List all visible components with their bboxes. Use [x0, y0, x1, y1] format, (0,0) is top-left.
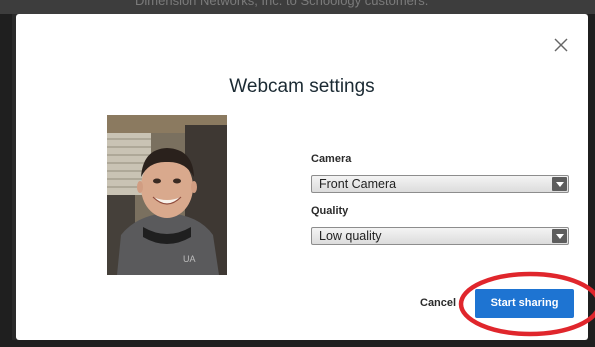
quality-select-value: Low quality — [319, 229, 382, 243]
cancel-button[interactable]: Cancel — [420, 297, 456, 309]
webcam-settings-dialog: Webcam settings UA Camera Front Camera Q… — [16, 14, 595, 340]
backdrop-bottom — [0, 340, 595, 347]
background-page-text: Dimension Networks, Inc. to Schoology cu… — [135, 0, 429, 8]
quality-label: Quality — [311, 205, 349, 217]
backdrop-right — [588, 14, 595, 347]
camera-select[interactable]: Front Camera — [311, 175, 569, 193]
camera-select-value: Front Camera — [319, 177, 397, 191]
chevron-down-icon — [552, 229, 567, 243]
camera-label: Camera — [311, 153, 352, 165]
close-button[interactable] — [552, 36, 570, 54]
start-sharing-button[interactable]: Start sharing — [475, 289, 574, 318]
quality-select[interactable]: Low quality — [311, 227, 569, 245]
webcam-preview: UA — [107, 115, 227, 275]
chevron-down-icon — [552, 177, 567, 191]
background-page: Dimension Networks, Inc. to Schoology cu… — [0, 0, 595, 14]
svg-text:UA: UA — [183, 254, 196, 264]
backdrop-left — [0, 14, 12, 347]
dialog-title: Webcam settings — [229, 76, 375, 97]
close-icon — [554, 38, 568, 52]
